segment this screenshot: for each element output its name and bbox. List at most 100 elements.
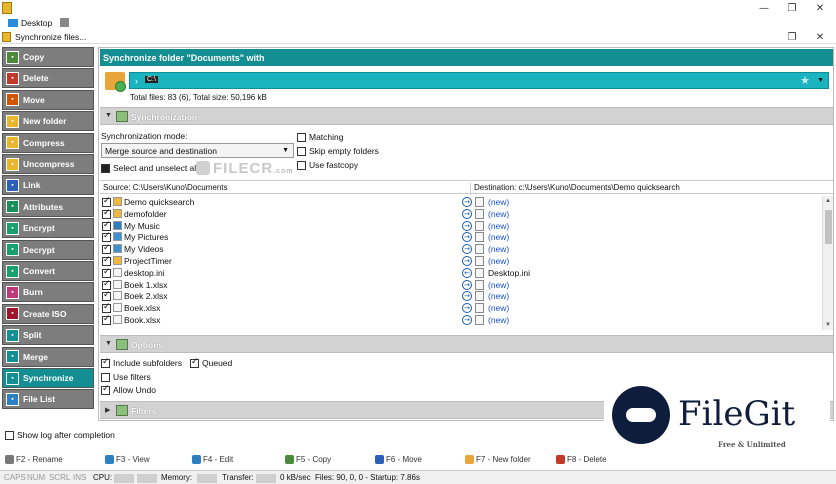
show-log-checkbox[interactable]: Show log after completion — [5, 430, 115, 440]
fkey-f4[interactable]: F4 - Edit — [192, 455, 233, 464]
desktop-tab[interactable]: Desktop — [8, 16, 98, 30]
fkey-f6[interactable]: F6 - Move — [375, 455, 422, 464]
file-row[interactable]: demofolder → (new) — [100, 208, 820, 220]
copy-right-icon[interactable]: → — [462, 232, 472, 243]
checkbox[interactable] — [101, 384, 110, 395]
file-row[interactable]: Boek 1.xlsx → (new) — [100, 279, 820, 291]
sidebar-item-synchronize[interactable]: ▪ Synchronize — [2, 368, 94, 388]
scroll-thumb[interactable] — [825, 210, 832, 244]
row-checkbox[interactable] — [102, 302, 111, 314]
sidebar-item-file-list[interactable]: ▪ File List — [2, 389, 94, 410]
allow-undo-checkbox[interactable]: Allow Undo — [101, 384, 156, 395]
sidebar-item-label: Create ISO — [23, 308, 67, 319]
checkbox[interactable] — [190, 357, 199, 368]
sidebar-item-burn[interactable]: ▪ Burn — [2, 282, 94, 303]
row-checkbox[interactable] — [102, 208, 111, 219]
skip-empty-checkbox[interactable]: Skip empty folders — [297, 146, 379, 156]
fkey-f3[interactable]: F3 - View — [105, 455, 150, 464]
checkbox[interactable] — [101, 163, 110, 173]
copy-right-icon[interactable]: → — [462, 256, 472, 266]
fkey-f8[interactable]: F8 - Delete — [556, 455, 607, 464]
file-icon — [113, 279, 122, 289]
copy-right-icon[interactable]: → — [462, 197, 472, 207]
sidebar-item-delete[interactable]: ▪ Delete — [2, 68, 94, 89]
file-row[interactable]: My Music → (new) — [100, 220, 820, 232]
fkey-f5[interactable]: F5 - Copy — [285, 455, 331, 464]
expand-icon[interactable]: ▶ — [105, 406, 110, 414]
row-checkbox[interactable] — [102, 279, 111, 290]
sidebar-item-new-folder[interactable]: ▪ New folder — [2, 111, 94, 132]
collapse-icon[interactable]: ▼ — [105, 340, 112, 347]
fastcopy-checkbox[interactable]: Use fastcopy — [297, 160, 358, 170]
dest-file-icon — [475, 267, 484, 278]
row-checkbox[interactable] — [102, 196, 111, 207]
minimize-button[interactable]: — — [750, 0, 778, 16]
copy-right-icon[interactable]: → — [462, 244, 472, 255]
sidebar-item-move[interactable]: ▪ Move — [2, 89, 94, 110]
queued-checkbox[interactable]: Queued — [190, 357, 232, 368]
sidebar-item-link[interactable]: ▪ Link — [2, 175, 94, 196]
restore-button[interactable]: ❐ — [778, 0, 806, 16]
checkbox[interactable] — [297, 132, 306, 142]
collapse-icon[interactable]: ▼ — [105, 112, 112, 119]
fkey-f7[interactable]: F7 - New folder — [465, 455, 531, 464]
row-checkbox[interactable] — [102, 267, 111, 278]
row-checkbox[interactable] — [102, 314, 111, 325]
select-all-checkbox[interactable]: Select and unselect all — [101, 163, 198, 173]
copy-right-icon[interactable]: → — [462, 279, 472, 290]
file-row[interactable]: desktop.ini ← Desktop.ini — [100, 267, 820, 279]
use-filters-checkbox[interactable]: Use filters — [101, 372, 151, 382]
close-button[interactable]: ✕ — [806, 0, 834, 16]
checkbox[interactable] — [101, 372, 110, 382]
sidebar-item-compress[interactable]: ▪ Compress — [2, 132, 94, 153]
chevron-down-icon[interactable]: ▼ — [817, 77, 824, 84]
copy-right-icon[interactable]: → — [462, 303, 472, 314]
sidebar-item-label: Decrypt — [23, 244, 55, 255]
destination-bar[interactable]: › C:\ ★ ▼ — [129, 72, 829, 89]
checkbox[interactable] — [297, 146, 306, 156]
file-row[interactable]: My Videos → (new) — [100, 243, 820, 255]
row-checkbox[interactable] — [102, 243, 111, 255]
options-section-header[interactable]: ▼ Options — [100, 335, 833, 353]
sidebar-item-create-iso[interactable]: ▪ Create ISO — [2, 303, 94, 324]
sidebar-item-copy[interactable]: ▪ Copy — [2, 47, 94, 67]
scroll-down-icon[interactable]: ▼ — [825, 322, 831, 328]
sidebar-item-uncompress[interactable]: ▪ Uncompress — [2, 154, 94, 174]
file-list-scrollbar[interactable]: ▲ ▼ — [822, 196, 833, 330]
file-row[interactable]: Book.xlsx → (new) — [100, 314, 820, 326]
copy-left-icon[interactable]: ← — [462, 267, 472, 278]
move-icon: ▪ — [6, 93, 19, 107]
row-checkbox[interactable] — [102, 255, 111, 266]
restore-button[interactable]: ❐ — [778, 29, 806, 45]
copy-right-icon[interactable]: → — [462, 291, 472, 302]
include-subfolders-checkbox[interactable]: Include subfolders — [101, 357, 182, 368]
matching-checkbox[interactable]: Matching — [297, 132, 344, 142]
sidebar-item-attributes[interactable]: ▪ Attributes — [2, 196, 94, 217]
row-checkbox[interactable] — [102, 220, 111, 231]
fkey-label: F6 - Move — [386, 455, 423, 464]
row-checkbox[interactable] — [102, 290, 111, 302]
close-button[interactable]: ✕ — [806, 29, 834, 45]
copy-right-icon[interactable]: → — [462, 315, 472, 325]
star-icon[interactable]: ★ — [800, 74, 810, 87]
sidebar-item-convert[interactable]: ▪ Convert — [2, 261, 94, 281]
file-row[interactable]: ProjectTimer → (new) — [100, 255, 820, 267]
scroll-up-icon[interactable]: ▲ — [825, 198, 831, 204]
sidebar-item-decrypt[interactable]: ▪ Decrypt — [2, 239, 94, 260]
synchronization-section-header[interactable]: ▼ Synchronization — [100, 107, 833, 125]
fkey-f2[interactable]: F2 - Rename — [5, 455, 63, 464]
sidebar-item-merge[interactable]: ▪ Merge — [2, 346, 94, 367]
file-row[interactable]: My Pictures → (new) — [100, 231, 820, 243]
checkbox[interactable] — [5, 430, 14, 440]
file-row[interactable]: Demo quicksearch → (new) — [100, 196, 820, 208]
sync-mode-select[interactable]: Merge source and destination ▼ — [101, 143, 294, 158]
file-row[interactable]: Boek.xlsx → (new) — [100, 302, 820, 314]
copy-right-icon[interactable]: → — [462, 220, 472, 231]
row-checkbox[interactable] — [102, 231, 111, 243]
file-row[interactable]: Boek 2.xlsx → (new) — [100, 290, 820, 302]
sidebar-item-split[interactable]: ▪ Split — [2, 325, 94, 346]
copy-right-icon[interactable]: → — [462, 208, 472, 219]
sidebar-item-encrypt[interactable]: ▪ Encrypt — [2, 218, 94, 239]
checkbox[interactable] — [297, 160, 306, 170]
checkbox[interactable] — [101, 357, 110, 368]
